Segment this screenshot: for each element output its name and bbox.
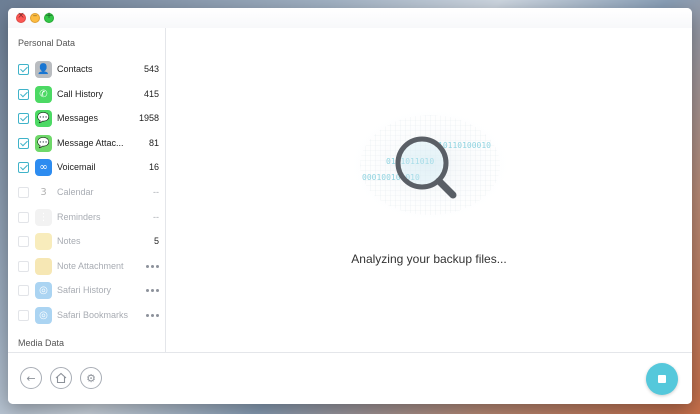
close-window-button[interactable]: × [16,11,26,23]
sidebar-item-label: Calendar [57,187,94,197]
sidebar-item[interactable]: 👤 Contacts 543 [8,58,165,82]
sidebar-item-label: Safari History [57,285,112,296]
scanning-illustration: 10110100010 0101011010 000100101010 [342,103,518,227]
binary-line-2: 10110100010 [438,141,491,150]
close-icon: × [17,11,25,21]
sidebar-item-count: 5 [153,236,159,247]
back-button[interactable]: ← [20,367,42,389]
sidebar-item-label: Notes [57,236,81,247]
sidebar-item[interactable]: ✆ Call History 415 [8,83,165,107]
notes-icon [35,233,52,251]
reminders-icon: ⋮ [35,208,52,226]
minimize-window-button[interactable]: – [30,11,40,23]
app-window: × – + Personal Data 👤 Contacts 543 ✆ Call Hi… [8,8,692,404]
item-checkbox [18,187,29,198]
sidebar-item-count: -- [153,187,159,197]
sidebar-item-count: 543 [143,64,159,74]
loading-dots-icon [146,314,160,318]
item-checkbox [18,236,29,248]
phone-icon: ✆ [35,85,52,103]
back-arrow-icon: ← [26,371,36,385]
sidebar-item-count: 16 [148,162,159,173]
title-bar: × – + [8,8,692,28]
sidebar-item-label: Messages [57,113,99,124]
home-icon [55,372,67,384]
sidebar-item[interactable]: 💬 Messages 1958 [8,107,165,131]
sidebar: Personal Data 👤 Contacts 543 ✆ Call History 4… [8,28,166,352]
note-attachment-icon [35,257,52,275]
analyzing-status-text: Analyzing your backup files... [351,252,507,266]
stop-icon [658,375,666,383]
zoom-window-button[interactable]: + [44,11,54,23]
sidebar-item-label: Reminders [57,211,101,222]
sidebar-item-count: 415 [143,88,159,99]
sidebar-item: ◎ Safari Bookmarks [8,304,165,328]
home-button[interactable] [50,367,72,389]
personal-data-title: Personal Data [18,38,76,48]
contacts-icon: 👤 [35,61,52,78]
item-checkbox [18,310,29,321]
item-checkbox[interactable] [18,113,29,125]
sidebar-item[interactable]: 💬 Message Attac... 81 [8,132,165,156]
sidebar-item: Note Attachment [8,255,165,279]
item-checkbox[interactable] [18,137,29,149]
sidebar-item: ◎ Safari History [8,279,165,303]
calendar-icon: 3 [40,187,47,198]
item-checkbox[interactable] [18,88,29,100]
stop-button[interactable] [646,363,678,395]
zoom-icon: + [45,11,53,21]
sidebar-item-label: Safari Bookmarks [57,310,129,320]
sidebar-item-label: Call History [57,88,104,99]
sidebar-item-label: Note Attachment [57,260,124,271]
safari-bookmark-icon: ◎ [35,307,52,324]
main-panel: 10110100010 0101011010 000100101010 Anal… [166,28,692,352]
item-checkbox [18,211,29,223]
attachment-icon: 💬 [35,134,52,152]
sidebar-item: ⋮ Reminders -- [8,206,165,230]
gear-icon: ⚙ [86,371,96,385]
sidebar-item-label: Message Attac... [57,137,124,148]
sidebar-item: 3 Calendar -- [8,181,165,205]
message-bubble-icon: 💬 [35,110,52,128]
loading-dots-icon [146,264,160,269]
sidebar-item-label: Voicemail [57,162,96,173]
footer-toolbar: ← ⚙ [8,352,692,404]
item-checkbox [18,260,29,272]
media-data-title: Media Data [18,338,65,348]
sidebar-item-count: -- [153,211,159,222]
sidebar-item-count: 1958 [138,113,159,124]
item-checkbox[interactable] [18,162,29,174]
sidebar-item-count: 81 [148,137,159,148]
sidebar-item-label: Contacts [57,64,93,74]
loading-dots-icon [146,289,160,293]
settings-button[interactable]: ⚙ [80,367,102,389]
sidebar-item: Notes 5 [8,230,165,254]
minimize-icon: – [32,11,38,21]
item-checkbox [18,285,29,297]
item-checkbox[interactable] [18,64,29,75]
sidebar-item[interactable]: ∞ Voicemail 16 [8,156,165,180]
voicemail-icon: ∞ [35,159,52,177]
safari-icon: ◎ [35,282,52,300]
